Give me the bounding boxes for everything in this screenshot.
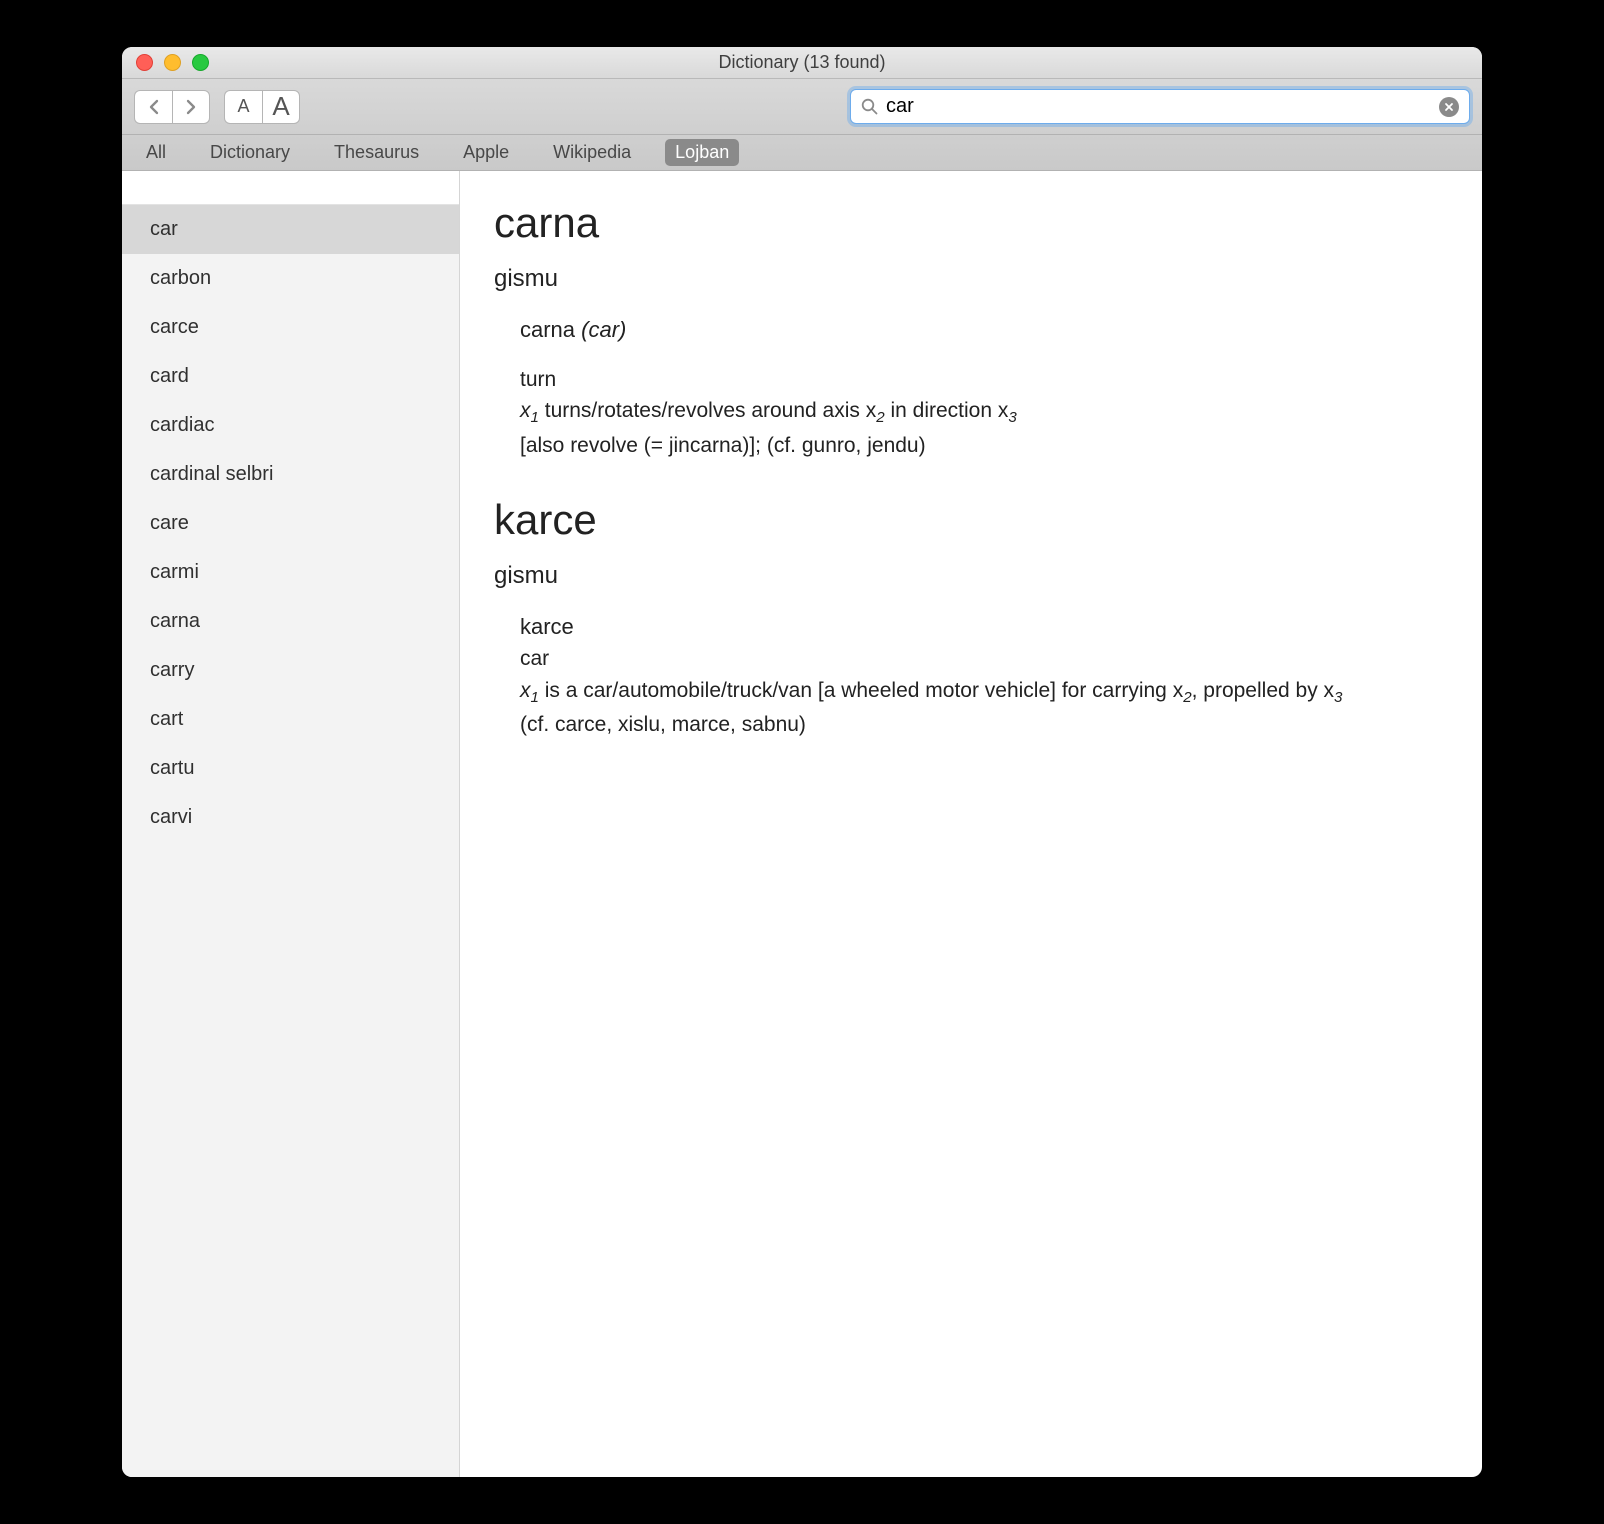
source-tabs: All Dictionary Thesaurus Apple Wikipedia Lojb… [122,135,1482,171]
gloss: turn [520,365,1448,394]
result-item[interactable]: cart [122,695,459,744]
headword-line: carna (car) [520,317,1448,343]
entry-headword: karce [494,496,1448,544]
headword-line: karce [520,614,1448,640]
titlebar: Dictionary (13 found) [122,47,1482,79]
close-icon [1444,102,1454,112]
result-item[interactable]: carce [122,303,459,352]
rafsi: (car) [581,317,626,342]
search-input[interactable] [878,95,1439,118]
gloss: car [520,644,1448,673]
result-item[interactable]: carmi [122,548,459,597]
part-of-speech: gismu [494,562,1448,590]
result-item[interactable]: carry [122,646,459,695]
result-item[interactable]: card [122,352,459,401]
entry: carna gismu carna (car) turn x1 turns/ro… [494,199,1448,460]
back-button[interactable] [134,90,172,124]
result-item[interactable]: carvi [122,793,459,842]
chevron-left-icon [148,99,160,115]
results-sidebar[interactable]: carcarboncarcecardcardiaccardinal selbri… [122,171,460,1477]
zoom-window-button[interactable] [192,54,209,71]
place-structure: x1 turns/rotates/revolves around axis x2… [520,396,1448,428]
source-tab-thesaurus[interactable]: Thesaurus [324,139,429,166]
chevron-right-icon [185,99,197,115]
place-structure: x1 is a car/automobile/truck/van [a whee… [520,676,1448,708]
sidebar-header-spacer [122,171,459,205]
result-item[interactable]: cardiac [122,401,459,450]
search-field[interactable] [850,89,1470,124]
source-tab-lojban[interactable]: Lojban [665,139,739,166]
source-tab-apple[interactable]: Apple [453,139,519,166]
result-item[interactable]: care [122,499,459,548]
source-tab-dictionary[interactable]: Dictionary [200,139,300,166]
source-tab-all[interactable]: All [136,139,176,166]
forward-button[interactable] [172,90,210,124]
window-controls [122,54,209,71]
decrease-font-button[interactable]: A [224,90,262,124]
increase-font-button[interactable]: A [262,90,300,124]
part-of-speech: gismu [494,265,1448,293]
entry-headword: carna [494,199,1448,247]
definition: car x1 is a car/automobile/truck/van [a … [520,644,1448,739]
definition-pane[interactable]: carna gismu carna (car) turn x1 turns/ro… [460,171,1482,1477]
result-item[interactable]: carna [122,597,459,646]
result-item[interactable]: car [122,205,459,254]
notes: (cf. carce, xislu, marce, sabnu) [520,710,1448,739]
nav-buttons [134,90,210,124]
source-tab-wikipedia[interactable]: Wikipedia [543,139,641,166]
search-icon [861,98,878,115]
definition: turn x1 turns/rotates/revolves around ax… [520,365,1448,460]
toolbar: A A [122,79,1482,135]
clear-search-button[interactable] [1439,97,1459,117]
font-size-buttons: A A [224,90,300,124]
minimize-window-button[interactable] [164,54,181,71]
close-window-button[interactable] [136,54,153,71]
window-title: Dictionary (13 found) [122,52,1482,73]
result-item[interactable]: cardinal selbri [122,450,459,499]
result-item[interactable]: cartu [122,744,459,793]
notes: [also revolve (= jincarna)]; (cf. gunro,… [520,431,1448,460]
result-item[interactable]: carbon [122,254,459,303]
entry: karce gismu karce car x1 is a car/automo… [494,496,1448,739]
app-window: Dictionary (13 found) A A All Dictionary T… [122,47,1482,1477]
